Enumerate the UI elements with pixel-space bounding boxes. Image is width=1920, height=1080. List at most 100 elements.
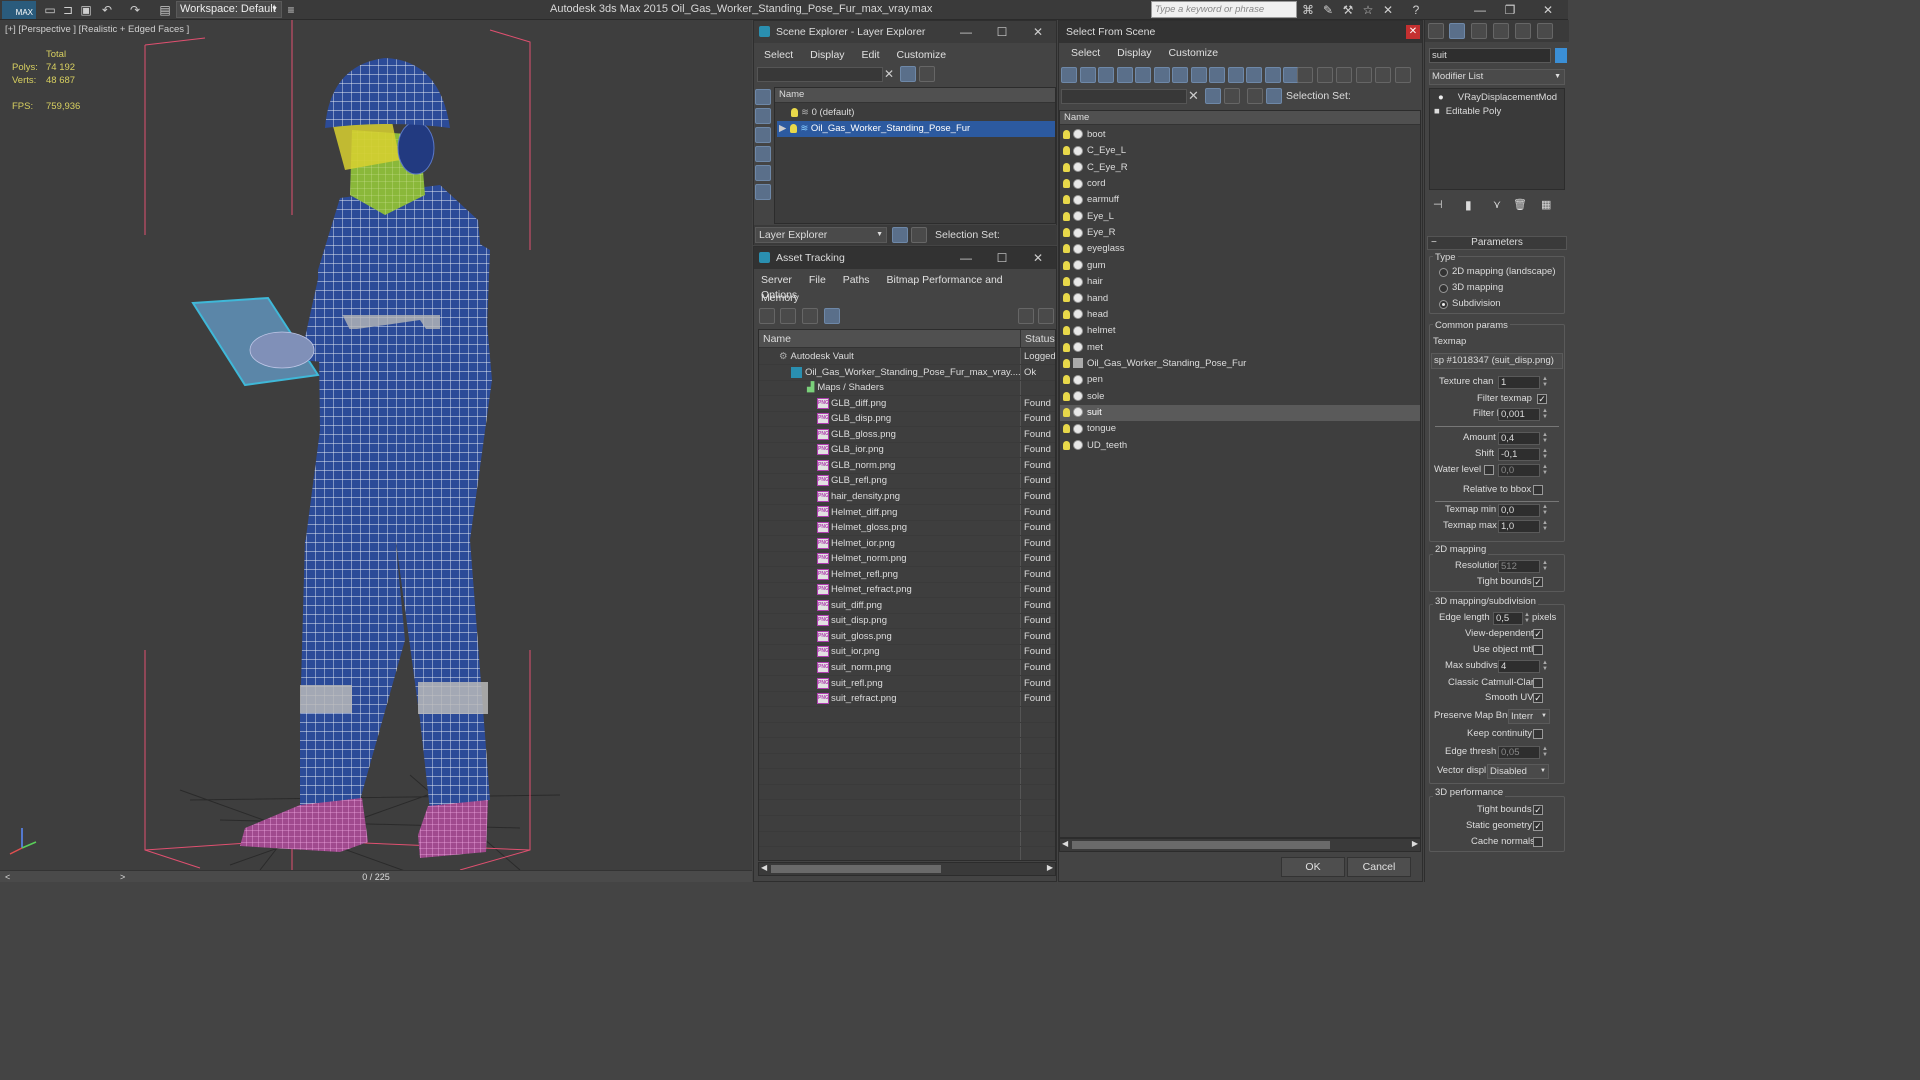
type-radio-2d[interactable] bbox=[1439, 268, 1448, 277]
lightbulb-icon[interactable] bbox=[1063, 260, 1070, 270]
display-geometry-icon[interactable] bbox=[1061, 67, 1077, 83]
perspective-viewport[interactable]: [+] [Perspective ] [Realistic + Edged Fa… bbox=[0, 20, 752, 870]
object-row[interactable]: C_Eye_R bbox=[1060, 160, 1420, 176]
asset-row[interactable]: ▟ Maps / Shaders bbox=[759, 380, 1055, 397]
connect-icon[interactable]: ⚒ bbox=[1340, 2, 1356, 18]
create-tab-icon[interactable] bbox=[1428, 23, 1444, 39]
grid-view-icon[interactable] bbox=[824, 308, 840, 324]
asset-row[interactable]: PNG Helmet_diff.png Found bbox=[759, 505, 1055, 521]
collapse-all-icon[interactable] bbox=[1394, 67, 1411, 83]
shift-input[interactable]: -0,1 bbox=[1498, 448, 1540, 461]
cancel-button[interactable]: Cancel bbox=[1347, 857, 1411, 877]
view-dependent-checkbox[interactable]: ✓ bbox=[1533, 629, 1543, 639]
expand-icon[interactable]: ■ bbox=[1434, 106, 1440, 117]
close-icon[interactable]: ✕ bbox=[1540, 2, 1556, 18]
filter-icon[interactable] bbox=[1205, 88, 1221, 104]
asset-row[interactable]: PNG suit_diff.png Found bbox=[759, 598, 1055, 614]
minimize-icon[interactable]: — bbox=[1472, 2, 1488, 18]
hierarchy-icon[interactable] bbox=[911, 227, 927, 243]
explorer-type-dropdown[interactable]: Layer Explorer ▼ bbox=[755, 227, 887, 243]
display-helpers-icon[interactable] bbox=[1135, 67, 1151, 83]
column-header-status[interactable]: Status bbox=[1021, 330, 1055, 348]
configure-sets-icon[interactable]: ▦ bbox=[1541, 198, 1551, 211]
asset-row[interactable]: PNG GLB_ior.png Found bbox=[759, 442, 1055, 459]
menu-edit[interactable]: Edit bbox=[861, 49, 879, 61]
horizontal-scrollbar[interactable]: ◀ ▶ bbox=[1059, 838, 1421, 852]
amount-spinner[interactable]: ▲ ▼ bbox=[1541, 432, 1549, 445]
column-header-name[interactable]: Name bbox=[1060, 111, 1420, 125]
lightbulb-icon[interactable] bbox=[790, 123, 798, 133]
lightbulb-icon[interactable] bbox=[1063, 358, 1070, 368]
restore-icon[interactable]: ❐ bbox=[1502, 2, 1518, 18]
object-color-swatch[interactable] bbox=[1555, 48, 1567, 63]
display-children-icon[interactable] bbox=[1297, 67, 1313, 83]
lightbulb-icon[interactable] bbox=[1063, 440, 1070, 450]
menu-paths[interactable]: Paths bbox=[843, 274, 870, 286]
table-view-icon[interactable] bbox=[802, 308, 818, 324]
menu-select[interactable]: Select bbox=[764, 49, 793, 61]
menu-options[interactable]: Options bbox=[761, 289, 797, 301]
redo-icon[interactable]: ↷ bbox=[127, 2, 143, 18]
texmap-min-spinner[interactable]: ▲ ▼ bbox=[1541, 504, 1549, 517]
object-row[interactable]: hair bbox=[1060, 274, 1420, 290]
vector-displ-dropdown[interactable]: Disabled ▼ bbox=[1487, 764, 1549, 779]
list-view-icon[interactable] bbox=[780, 308, 796, 324]
refresh-icon[interactable] bbox=[759, 308, 775, 324]
x-tools-icon[interactable]: ✕ bbox=[1380, 2, 1396, 18]
edge-length-input[interactable]: 0,5 bbox=[1493, 612, 1523, 625]
asset-row[interactable]: PNG Helmet_refract.png Found bbox=[759, 582, 1055, 599]
scroll-thumb[interactable] bbox=[771, 865, 941, 873]
prev-frame-button[interactable]: < bbox=[5, 871, 10, 883]
lightbulb-icon[interactable] bbox=[1063, 293, 1070, 303]
object-row[interactable]: Oil_Gas_Worker_Standing_Pose_Fur bbox=[1060, 356, 1420, 372]
asset-row[interactable]: PNG suit_gloss.png Found bbox=[759, 629, 1055, 645]
undo-icon[interactable]: ↶ bbox=[99, 2, 115, 18]
scroll-thumb[interactable] bbox=[1072, 841, 1330, 849]
asset-row[interactable]: PNG GLB_gloss.png Found bbox=[759, 427, 1055, 443]
display-influences-icon[interactable] bbox=[1316, 67, 1333, 83]
star-icon[interactable]: ☆ bbox=[1360, 2, 1376, 18]
asset-row[interactable]: PNG suit_norm.png Found bbox=[759, 660, 1055, 676]
project-icon[interactable]: ▤ bbox=[157, 2, 173, 18]
display-cameras-icon[interactable] bbox=[1116, 67, 1133, 83]
asset-row[interactable]: PNG GLB_diff.png Found bbox=[759, 396, 1055, 412]
lightbulb-icon[interactable] bbox=[1063, 146, 1070, 156]
display-containers-icon[interactable] bbox=[1227, 67, 1244, 83]
scroll-right-icon[interactable]: ▶ bbox=[1047, 863, 1053, 872]
catmull-clark-checkbox[interactable] bbox=[1533, 678, 1543, 688]
menu-display[interactable]: Display bbox=[1117, 47, 1151, 59]
asset-row[interactable]: PNG suit_refl.png Found bbox=[759, 676, 1055, 692]
water-level-checkbox[interactable] bbox=[1484, 465, 1494, 475]
menu-server[interactable]: Server bbox=[761, 274, 792, 286]
lightbulb-icon[interactable] bbox=[1063, 211, 1070, 221]
display-helpers-icon[interactable] bbox=[755, 184, 771, 200]
modifier-stack-item[interactable]: ■ Editable Poly bbox=[1434, 105, 1564, 119]
amount-input[interactable]: 0,4 bbox=[1498, 432, 1540, 445]
lightbulb-icon[interactable] bbox=[1063, 129, 1070, 139]
relative-bbox-checkbox[interactable] bbox=[1533, 485, 1543, 495]
new-file-icon[interactable]: ▭ bbox=[42, 2, 58, 18]
asset-row[interactable]: ⚙ Autodesk Vault Logged bbox=[759, 349, 1056, 365]
scroll-right-icon[interactable]: ▶ bbox=[1412, 839, 1418, 848]
parameters-rollout-header[interactable]: − Parameters bbox=[1427, 236, 1567, 250]
display-dependents-icon[interactable] bbox=[1336, 67, 1352, 83]
lightbulb-icon[interactable] bbox=[1063, 277, 1070, 287]
max-subdivs-input[interactable]: 4 bbox=[1498, 660, 1540, 673]
asset-row[interactable]: PNG Helmet_norm.png Found bbox=[759, 551, 1055, 568]
object-row[interactable]: eyeglass bbox=[1060, 241, 1420, 257]
edge-thresh-spinner[interactable]: ▲ ▼ bbox=[1541, 746, 1549, 759]
layer-tools-icon[interactable] bbox=[919, 66, 935, 82]
display-lights-icon[interactable] bbox=[755, 146, 771, 162]
make-unique-icon[interactable]: ⋎ bbox=[1493, 198, 1501, 211]
object-row[interactable]: Eye_L bbox=[1060, 209, 1420, 225]
help-icon[interactable] bbox=[1018, 308, 1034, 324]
asset-row[interactable]: PNG Helmet_refl.png Found bbox=[759, 567, 1055, 583]
close-button[interactable]: ✕ bbox=[1020, 21, 1056, 43]
minimize-button[interactable]: — bbox=[948, 247, 984, 269]
menu-expand-icon[interactable]: ≡ bbox=[283, 2, 299, 18]
tools-icon[interactable]: ✎ bbox=[1320, 2, 1336, 18]
display-frozen-icon[interactable] bbox=[1246, 67, 1262, 83]
type-radio-subdivision[interactable] bbox=[1439, 300, 1448, 309]
scroll-left-icon[interactable]: ◀ bbox=[1062, 839, 1068, 848]
shift-spinner[interactable]: ▲ ▼ bbox=[1541, 448, 1549, 461]
